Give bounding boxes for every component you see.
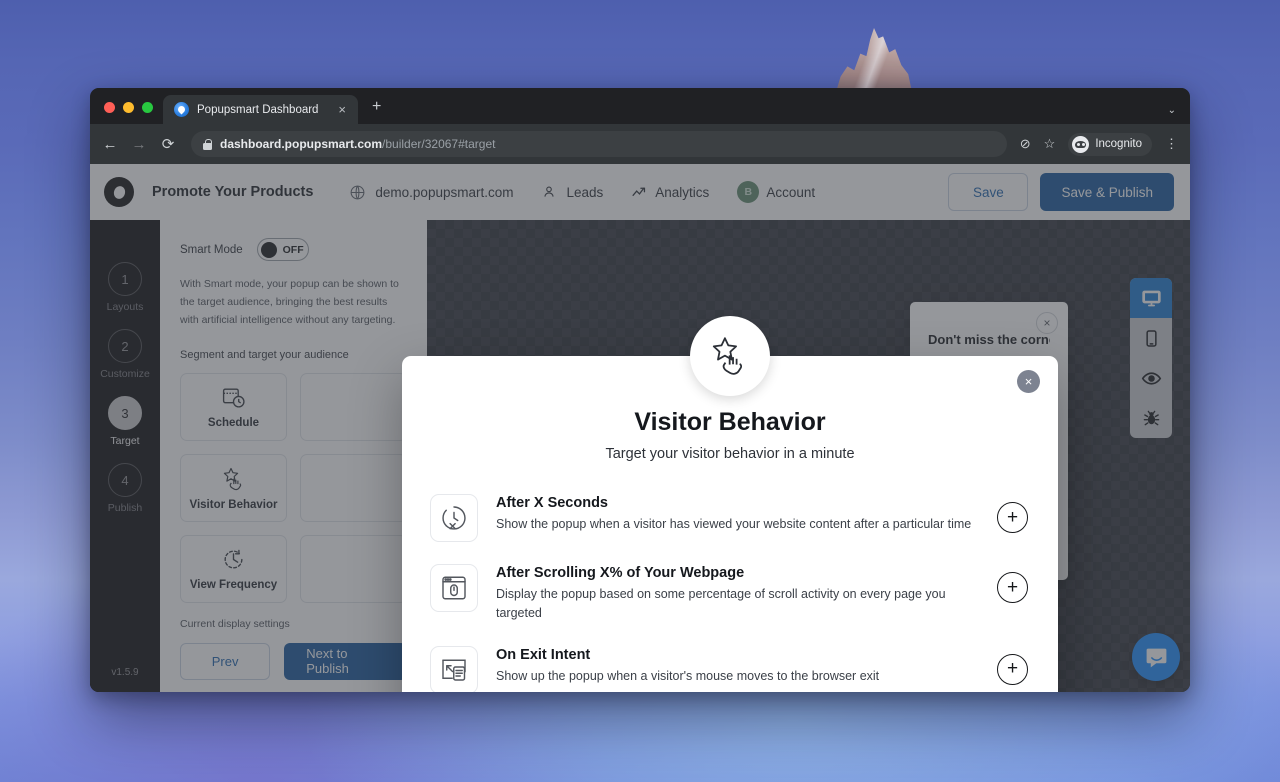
list-item-text: On Exit Intent Show up the popup when a … — [496, 644, 979, 686]
app-viewport: Promote Your Products demo.popupsmart.co… — [90, 164, 1190, 692]
popupsmart-favicon — [174, 102, 189, 117]
browser-window: Popupsmart Dashboard × + ⌄ ← → ⟳ dashboa… — [90, 88, 1190, 692]
clock-x-icon — [430, 494, 478, 542]
address-bar-text: dashboard.popupsmart.com/builder/32067#t… — [220, 137, 495, 151]
incognito-label: Incognito — [1095, 138, 1142, 150]
bookmark-star-icon[interactable]: ☆ — [1044, 136, 1056, 152]
modal-close-button[interactable]: × — [1017, 370, 1040, 393]
toolbar-actions: ⊘ ☆ Incognito ⋮ — [1020, 132, 1178, 156]
window-traffic-lights[interactable] — [100, 102, 163, 124]
eye-off-icon[interactable]: ⊘ — [1020, 136, 1031, 152]
incognito-avatar-icon — [1072, 135, 1090, 153]
list-item[interactable]: After Scrolling X% of Your Webpage Displ… — [430, 552, 1028, 634]
trigger-options-list: After X Seconds Show the popup when a vi… — [402, 482, 1058, 692]
lock-icon — [203, 138, 212, 150]
close-window-button[interactable] — [104, 102, 115, 113]
modal-title: Visitor Behavior — [634, 408, 826, 436]
list-item-title: After X Seconds — [496, 495, 608, 511]
list-item-description: Show the popup when a visitor has viewed… — [496, 517, 972, 531]
forward-button[interactable]: → — [131, 136, 147, 153]
reload-button[interactable]: ⟳ — [160, 135, 176, 153]
new-tab-button[interactable]: + — [372, 99, 381, 115]
desktop-wallpaper: Popupsmart Dashboard × + ⌄ ← → ⟳ dashboa… — [0, 0, 1280, 782]
list-item-text: After X Seconds Show the popup when a vi… — [496, 492, 979, 534]
visitor-behavior-modal: × Visitor Behavior Target your visitor b… — [402, 356, 1058, 692]
address-bar[interactable]: dashboard.popupsmart.com/builder/32067#t… — [191, 131, 1007, 157]
tab-close-icon[interactable]: × — [335, 101, 349, 118]
modal-badge-star-hand-icon — [690, 316, 770, 396]
url-domain: dashboard.popupsmart.com — [220, 137, 383, 151]
browser-tab[interactable]: Popupsmart Dashboard × — [163, 95, 358, 124]
browser-tab-strip: Popupsmart Dashboard × + ⌄ — [90, 88, 1190, 124]
url-path: /builder/32067#target — [382, 137, 496, 151]
browser-toolbar: ← → ⟳ dashboard.popupsmart.com/builder/3… — [90, 124, 1190, 164]
exit-intent-icon — [430, 645, 478, 692]
tab-title: Popupsmart Dashboard — [197, 103, 319, 116]
list-item-text: After Scrolling X% of Your Webpage Displ… — [496, 562, 979, 624]
list-item[interactable]: On Exit Intent Show up the popup when a … — [430, 634, 1028, 692]
add-trigger-button[interactable]: + — [997, 502, 1028, 533]
incognito-profile-chip[interactable]: Incognito — [1068, 132, 1152, 156]
list-item-title: After Scrolling X% of Your Webpage — [496, 565, 745, 581]
back-button[interactable]: ← — [102, 136, 118, 153]
list-item-description: Show up the popup when a visitor's mouse… — [496, 668, 880, 683]
list-item[interactable]: After X Seconds Show the popup when a vi… — [430, 482, 1028, 552]
add-trigger-button[interactable]: + — [997, 572, 1028, 603]
mountain-peak-image — [836, 28, 912, 92]
list-item-title: On Exit Intent — [496, 646, 591, 663]
maximize-window-button[interactable] — [142, 102, 153, 113]
browser-menu-icon[interactable]: ⋮ — [1165, 136, 1178, 152]
tab-list-chevron-icon[interactable]: ⌄ — [1168, 105, 1176, 116]
list-item-description: Display the popup based on some percenta… — [496, 587, 946, 621]
scroll-window-icon — [430, 564, 478, 612]
minimize-window-button[interactable] — [123, 102, 134, 113]
add-trigger-button[interactable]: + — [997, 653, 1028, 685]
modal-subtitle: Target your visitor behavior in a minute — [605, 446, 855, 462]
